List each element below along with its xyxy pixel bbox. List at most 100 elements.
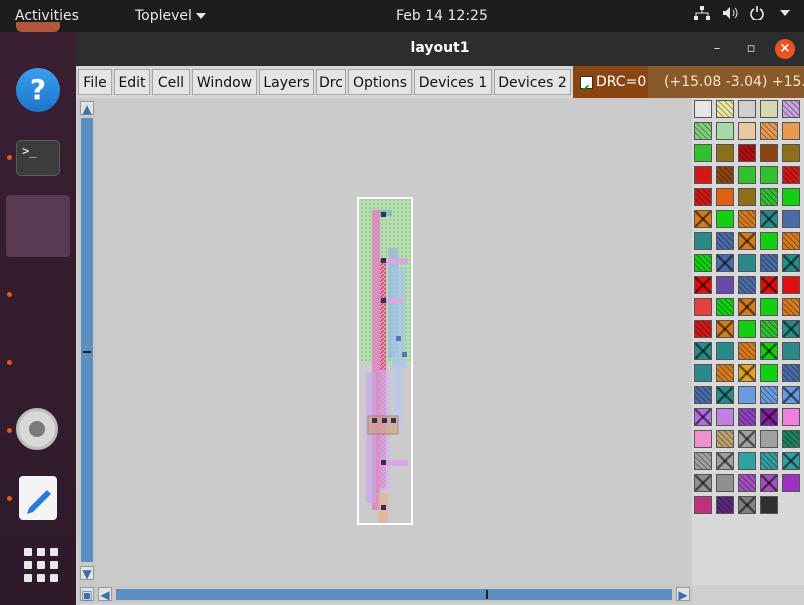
layer-swatch[interactable] bbox=[760, 166, 778, 184]
scroll-up-arrow[interactable]: ▲ bbox=[80, 101, 94, 116]
layer-swatch[interactable] bbox=[760, 144, 778, 162]
layer-swatch[interactable] bbox=[738, 474, 756, 492]
system-tray[interactable] bbox=[694, 6, 790, 20]
layer-swatch[interactable] bbox=[716, 298, 734, 316]
layer-swatch[interactable] bbox=[760, 452, 778, 470]
layer-swatch[interactable] bbox=[716, 188, 734, 206]
layer-swatch[interactable] bbox=[694, 298, 712, 316]
layer-swatch[interactable] bbox=[738, 452, 756, 470]
menu-edit[interactable]: Edit bbox=[114, 69, 150, 95]
scroll-down-arrow[interactable]: ▼ bbox=[80, 566, 94, 581]
terminal-launcher[interactable]: >_ bbox=[16, 136, 62, 182]
layer-swatch[interactable] bbox=[738, 496, 756, 514]
layer-swatch[interactable] bbox=[738, 298, 756, 316]
layer-swatch[interactable] bbox=[760, 496, 778, 514]
layer-swatch[interactable] bbox=[782, 364, 800, 382]
layer-swatch[interactable] bbox=[694, 320, 712, 338]
vertical-scroll-track[interactable] bbox=[81, 118, 93, 562]
help-launcher[interactable]: ? bbox=[16, 68, 62, 114]
layer-swatch[interactable] bbox=[694, 232, 712, 250]
layer-swatch[interactable] bbox=[694, 386, 712, 404]
layer-swatch[interactable] bbox=[760, 320, 778, 338]
layer-swatch[interactable] bbox=[738, 210, 756, 228]
layer-swatch[interactable] bbox=[760, 100, 778, 118]
layer-swatch[interactable] bbox=[716, 210, 734, 228]
layer-swatch[interactable] bbox=[738, 254, 756, 272]
layer-swatch[interactable] bbox=[716, 430, 734, 448]
layer-swatch[interactable] bbox=[716, 276, 734, 294]
horizontal-scrollbar[interactable]: ▣ ◀ ▶ bbox=[78, 585, 692, 603]
layer-swatch[interactable] bbox=[694, 100, 712, 118]
layer-swatch[interactable] bbox=[694, 166, 712, 184]
layer-swatch[interactable] bbox=[738, 232, 756, 250]
layer-swatch[interactable] bbox=[782, 144, 800, 162]
layer-swatch[interactable] bbox=[760, 386, 778, 404]
menu-window[interactable]: Window bbox=[192, 69, 257, 95]
menu-file[interactable]: File bbox=[78, 69, 112, 95]
layer-swatch[interactable] bbox=[694, 188, 712, 206]
layer-swatch[interactable] bbox=[782, 342, 800, 360]
layer-swatch[interactable] bbox=[716, 496, 734, 514]
layer-swatch[interactable] bbox=[782, 254, 800, 272]
layer-swatch[interactable] bbox=[760, 232, 778, 250]
layer-swatch[interactable] bbox=[716, 100, 734, 118]
layer-swatch[interactable] bbox=[738, 276, 756, 294]
layer-swatch[interactable] bbox=[782, 430, 800, 448]
vertical-scrollbar[interactable]: ▲ ▼ bbox=[78, 98, 96, 585]
clock[interactable]: Feb 14 12:25 bbox=[396, 8, 488, 24]
layer-swatch[interactable] bbox=[694, 408, 712, 426]
layer-swatch[interactable] bbox=[738, 122, 756, 140]
app-menu[interactable]: Toplevel bbox=[135, 8, 206, 24]
horizontal-scroll-track[interactable] bbox=[116, 589, 672, 600]
layer-swatch[interactable] bbox=[716, 232, 734, 250]
layer-swatch[interactable] bbox=[782, 210, 800, 228]
layer-swatch[interactable] bbox=[782, 408, 800, 426]
layer-swatch[interactable] bbox=[760, 210, 778, 228]
layer-swatch[interactable] bbox=[760, 122, 778, 140]
layer-swatch[interactable] bbox=[694, 122, 712, 140]
layer-swatch[interactable] bbox=[738, 100, 756, 118]
menu-drc[interactable]: Drc bbox=[316, 69, 346, 95]
layer-swatch[interactable] bbox=[782, 166, 800, 184]
layer-swatch[interactable] bbox=[782, 386, 800, 404]
minimize-button[interactable]: – bbox=[707, 39, 727, 59]
menu-cell[interactable]: Cell bbox=[152, 69, 190, 95]
menu-options[interactable]: Options bbox=[348, 69, 412, 95]
settings-launcher[interactable] bbox=[16, 408, 62, 454]
layer-swatch[interactable] bbox=[716, 122, 734, 140]
layer-swatch[interactable] bbox=[782, 474, 800, 492]
scroll-left-arrow[interactable]: ◀ bbox=[98, 587, 112, 602]
layer-swatch[interactable] bbox=[782, 232, 800, 250]
menu-devices-2[interactable]: Devices 2 bbox=[494, 69, 571, 95]
layer-swatch[interactable] bbox=[738, 386, 756, 404]
layer-swatch[interactable] bbox=[782, 188, 800, 206]
layer-swatch[interactable] bbox=[760, 276, 778, 294]
layer-swatch[interactable] bbox=[694, 342, 712, 360]
layer-swatch[interactable] bbox=[738, 430, 756, 448]
layer-swatch[interactable] bbox=[738, 166, 756, 184]
layer-swatch[interactable] bbox=[694, 452, 712, 470]
zoom-fit-icon[interactable]: ▣ bbox=[80, 587, 94, 602]
layer-swatch[interactable] bbox=[738, 144, 756, 162]
layer-swatch[interactable] bbox=[694, 254, 712, 272]
text-editor-launcher[interactable] bbox=[16, 476, 62, 522]
layer-swatch[interactable] bbox=[716, 408, 734, 426]
menu-devices-1[interactable]: Devices 1 bbox=[414, 69, 492, 95]
layer-swatch[interactable] bbox=[738, 188, 756, 206]
show-apps-button[interactable] bbox=[16, 542, 62, 588]
layer-swatch[interactable] bbox=[716, 364, 734, 382]
layer-swatch[interactable] bbox=[782, 320, 800, 338]
layer-swatch[interactable] bbox=[738, 342, 756, 360]
layer-swatch[interactable] bbox=[694, 276, 712, 294]
layer-swatch[interactable] bbox=[694, 144, 712, 162]
layer-swatch[interactable] bbox=[716, 144, 734, 162]
drc-checkbox[interactable] bbox=[580, 73, 593, 105]
drc-toggle[interactable]: DRC=0 bbox=[573, 66, 648, 105]
layer-swatch[interactable] bbox=[716, 254, 734, 272]
layer-swatch[interactable] bbox=[716, 320, 734, 338]
layer-swatch[interactable] bbox=[694, 364, 712, 382]
title-bar[interactable]: layout1 – ▫ × bbox=[76, 32, 804, 66]
layer-swatch[interactable] bbox=[694, 474, 712, 492]
menu-layers[interactable]: Layers bbox=[259, 69, 314, 95]
layer-swatch[interactable] bbox=[760, 188, 778, 206]
